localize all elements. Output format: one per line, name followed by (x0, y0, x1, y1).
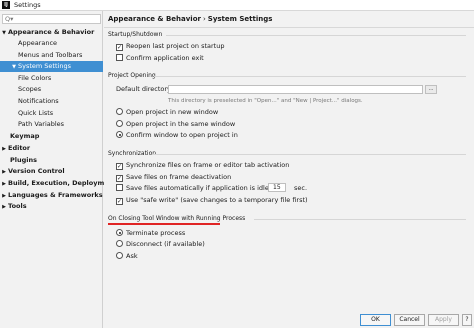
terminate-process-radio[interactable]: Terminate process (116, 228, 185, 238)
chevron-down-icon: ▼ (12, 64, 16, 70)
sidebar-item-keymap[interactable]: Keymap (0, 131, 103, 142)
section-divider (166, 35, 466, 36)
section-title-closing-tool-window: On Closing Tool Window with Running Proc… (108, 215, 246, 222)
sidebar-item-tools[interactable]: ▶ Tools (0, 201, 103, 212)
checkbox-checked: ✓ (116, 44, 123, 51)
radio-selected (116, 229, 123, 236)
app-logo-icon: IJ (2, 1, 10, 9)
save-if-idle-checkbox[interactable]: Save files automatically if application … (116, 183, 280, 193)
apply-button[interactable]: Apply (428, 314, 459, 326)
red-underline-annotation (108, 223, 220, 225)
reopen-last-project-checkbox[interactable]: ✓ Reopen last project on startup (116, 41, 224, 51)
radio-unselected (116, 252, 123, 259)
chevron-right-icon: ▶ (2, 169, 6, 175)
sidebar-item-notifications[interactable]: Notifications (0, 96, 103, 107)
default-directory-hint: This directory is preselected in "Open..… (168, 98, 363, 104)
settings-search-input[interactable]: Q▾ (2, 14, 101, 24)
settings-sidebar: Q▾ ▼ Appearance & Behavior Appearance Men… (0, 11, 116, 328)
open-new-window-radio[interactable]: Open project in new window (116, 107, 218, 117)
save-on-deactivation-checkbox[interactable]: ✓ Save files on frame deactivation (116, 172, 231, 182)
breadcrumb-parent: Appearance & Behavior (108, 15, 201, 23)
sidebar-item-system-settings[interactable]: ▼ System Settings (0, 61, 103, 72)
sidebar-item-version-control[interactable]: ▶ Version Control (0, 166, 103, 177)
window-title: Settings (14, 1, 41, 9)
open-same-window-radio[interactable]: Open project in the same window (116, 119, 235, 129)
sidebar-item-editor[interactable]: ▶ Editor (0, 143, 103, 154)
radio-unselected (116, 108, 123, 115)
section-divider (152, 154, 466, 155)
sidebar-item-menus-toolbars[interactable]: Menus and Toolbars (0, 50, 103, 61)
section-divider (254, 219, 466, 220)
sidebar-item-languages-frameworks[interactable]: ▶ Languages & Frameworks (0, 190, 103, 201)
radio-selected (116, 131, 123, 138)
default-directory-label: Default directory: (116, 85, 173, 93)
section-title-project-opening: Project Opening (108, 72, 156, 79)
sidebar-item-plugins[interactable]: Plugins (0, 155, 103, 166)
checkbox-unchecked (116, 54, 123, 61)
settings-content-panel: Appearance & Behavior › System Settings St… (104, 11, 474, 328)
sidebar-item-file-colors[interactable]: File Colors (0, 73, 103, 84)
chevron-right-icon: ▶ (2, 146, 6, 152)
confirm-exit-checkbox[interactable]: Confirm application exit (116, 53, 204, 63)
radio-unselected (116, 120, 123, 127)
sync-on-activation-checkbox[interactable]: ✓ Synchronize files on frame or editor ta… (116, 160, 289, 170)
page-title: System Settings (207, 15, 273, 23)
help-button[interactable]: ? (462, 314, 472, 326)
window-titlebar: IJ Settings (0, 0, 474, 11)
breadcrumb-separator: › (202, 15, 206, 23)
ok-button[interactable]: OK (360, 314, 391, 326)
sidebar-item-path-variables[interactable]: Path Variables (0, 119, 103, 130)
section-title-synchronization: Synchronization (108, 150, 157, 157)
confirm-window-radio[interactable]: Confirm window to open project in (116, 130, 238, 140)
checkbox-unchecked (116, 184, 123, 191)
ask-radio[interactable]: Ask (116, 251, 138, 261)
section-title-startup: Startup/Shutdown (108, 31, 163, 38)
safe-write-checkbox[interactable]: ✓ Use "safe write" (save changes to a tem… (116, 195, 308, 205)
chevron-right-icon: ▶ (2, 181, 6, 187)
idle-seconds-unit: sec. (294, 184, 308, 192)
sidebar-item-appearance-behavior[interactable]: ▼ Appearance & Behavior (0, 27, 103, 38)
breadcrumb: Appearance & Behavior › System Settings (108, 14, 272, 24)
sidebar-item-build-execution-deployment[interactable]: ▶ Build, Execution, Deployment (0, 178, 116, 189)
sidebar-item-quick-lists[interactable]: Quick Lists (0, 108, 103, 119)
checkbox-checked: ✓ (116, 175, 123, 182)
cancel-button[interactable]: Cancel (394, 314, 425, 326)
idle-seconds-input[interactable]: 15 (268, 183, 286, 192)
header-divider (104, 27, 474, 28)
section-divider (154, 76, 466, 77)
chevron-right-icon: ▶ (2, 204, 6, 210)
search-icon: Q▾ (5, 15, 14, 23)
radio-unselected (116, 240, 123, 247)
disconnect-radio[interactable]: Disconnect (if available) (116, 239, 205, 249)
sidebar-item-appearance[interactable]: Appearance (0, 38, 103, 49)
sidebar-item-scopes[interactable]: Scopes (0, 84, 103, 95)
browse-directory-button[interactable]: ... (425, 85, 437, 94)
default-directory-input[interactable] (168, 85, 423, 94)
checkbox-checked: ✓ (116, 198, 123, 205)
checkbox-checked: ✓ (116, 163, 123, 170)
